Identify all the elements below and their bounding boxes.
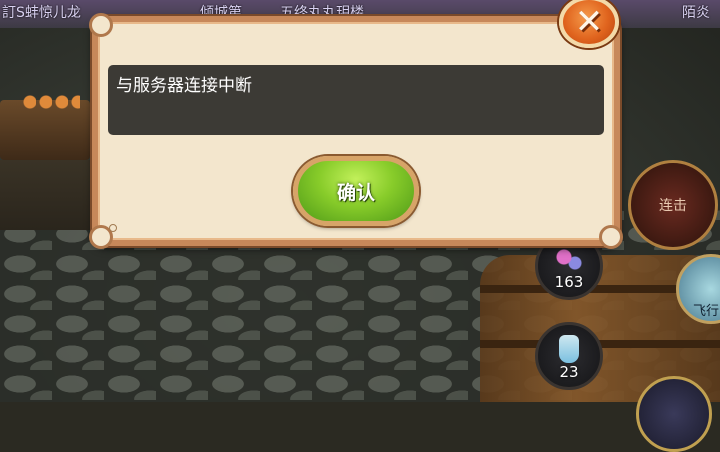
player-name-label: 陌炎 — [682, 5, 710, 21]
stone-wall — [0, 160, 100, 230]
close-icon: ✕ — [574, 2, 604, 42]
potion-count: 23 — [559, 363, 579, 381]
dialog-corner-ornament — [599, 225, 623, 249]
combo-skill-button[interactable]: 连击 — [628, 160, 718, 250]
disconnect-message: 与服务器连接中断 — [116, 76, 252, 96]
potion-item-slot[interactable]: 23 — [535, 322, 603, 390]
flower-count: 163 — [554, 273, 584, 291]
player-name-label: 訂S蚌惊儿龙 — [2, 5, 81, 21]
confirm-button[interactable]: 确认 — [293, 156, 419, 226]
flowers — [20, 92, 80, 112]
potion-bottle-icon — [559, 335, 579, 363]
combo-skill-label: 连击 — [659, 198, 687, 214]
fly-label: 飞行 — [693, 303, 720, 319]
dialog-corner-ornament — [89, 13, 113, 37]
disconnect-dialog: 与服务器连接中断 确认 — [89, 13, 623, 249]
bottom-skill-button[interactable] — [636, 376, 712, 452]
flower-icon — [555, 247, 583, 273]
dialog-dot — [109, 224, 117, 232]
message-box: 与服务器连接中断 — [108, 65, 604, 135]
